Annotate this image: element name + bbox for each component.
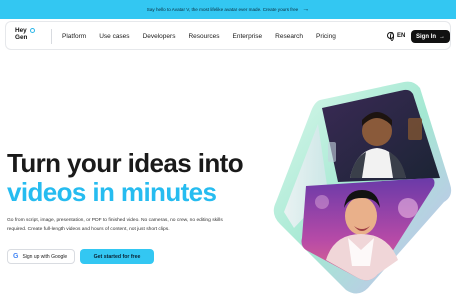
nav-item-resources[interactable]: Resources — [188, 33, 219, 40]
hero-description: Go from script, image, presentation, or … — [7, 218, 223, 232]
nav-item-platform[interactable]: Platform — [62, 33, 86, 40]
announcement-bar[interactable]: Say hello to Avatar V, the most lifelike… — [0, 0, 456, 19]
google-icon: G — [13, 253, 19, 260]
language-label: EN — [397, 32, 406, 39]
sign-in-button[interactable]: Sign In → — [411, 30, 450, 43]
nav-item-developers[interactable]: Developers — [143, 33, 176, 40]
get-started-label: Get started for free — [93, 253, 141, 260]
language-selector[interactable]: EN — [387, 32, 406, 41]
hero-avatar-artwork — [273, 81, 452, 294]
announcement-text[interactable]: Say hello to Avatar V, the most lifelike… — [147, 7, 298, 12]
nav-menu: Platform Use cases Developers Resources … — [62, 22, 349, 51]
heygen-logo[interactable]: Hey Gen — [15, 27, 41, 45]
google-signup-button[interactable]: G Sign up with Google — [7, 249, 75, 264]
google-signup-label: Sign up with Google — [22, 253, 68, 260]
logo-text-line2: Gen — [15, 33, 28, 41]
sign-in-label: Sign In — [416, 33, 436, 40]
nav-item-pricing[interactable]: Pricing — [316, 33, 336, 40]
nav-divider — [51, 29, 52, 44]
nav-item-research[interactable]: Research — [275, 33, 303, 40]
get-started-button[interactable]: Get started for free — [80, 249, 154, 264]
arrow-right-icon: → — [439, 33, 445, 40]
logo-mark-icon — [30, 28, 35, 33]
hero-headline-line1: Turn your ideas into — [7, 148, 244, 178]
top-navigation: Hey Gen Platform Use cases Developers Re… — [5, 21, 451, 50]
nav-item-use-cases[interactable]: Use cases — [99, 33, 129, 40]
nav-item-enterprise[interactable]: Enterprise — [233, 33, 263, 40]
hero-headline-line2: videos in minutes — [7, 177, 217, 207]
arrow-right-icon: → — [302, 6, 310, 13]
globe-icon — [387, 32, 394, 41]
